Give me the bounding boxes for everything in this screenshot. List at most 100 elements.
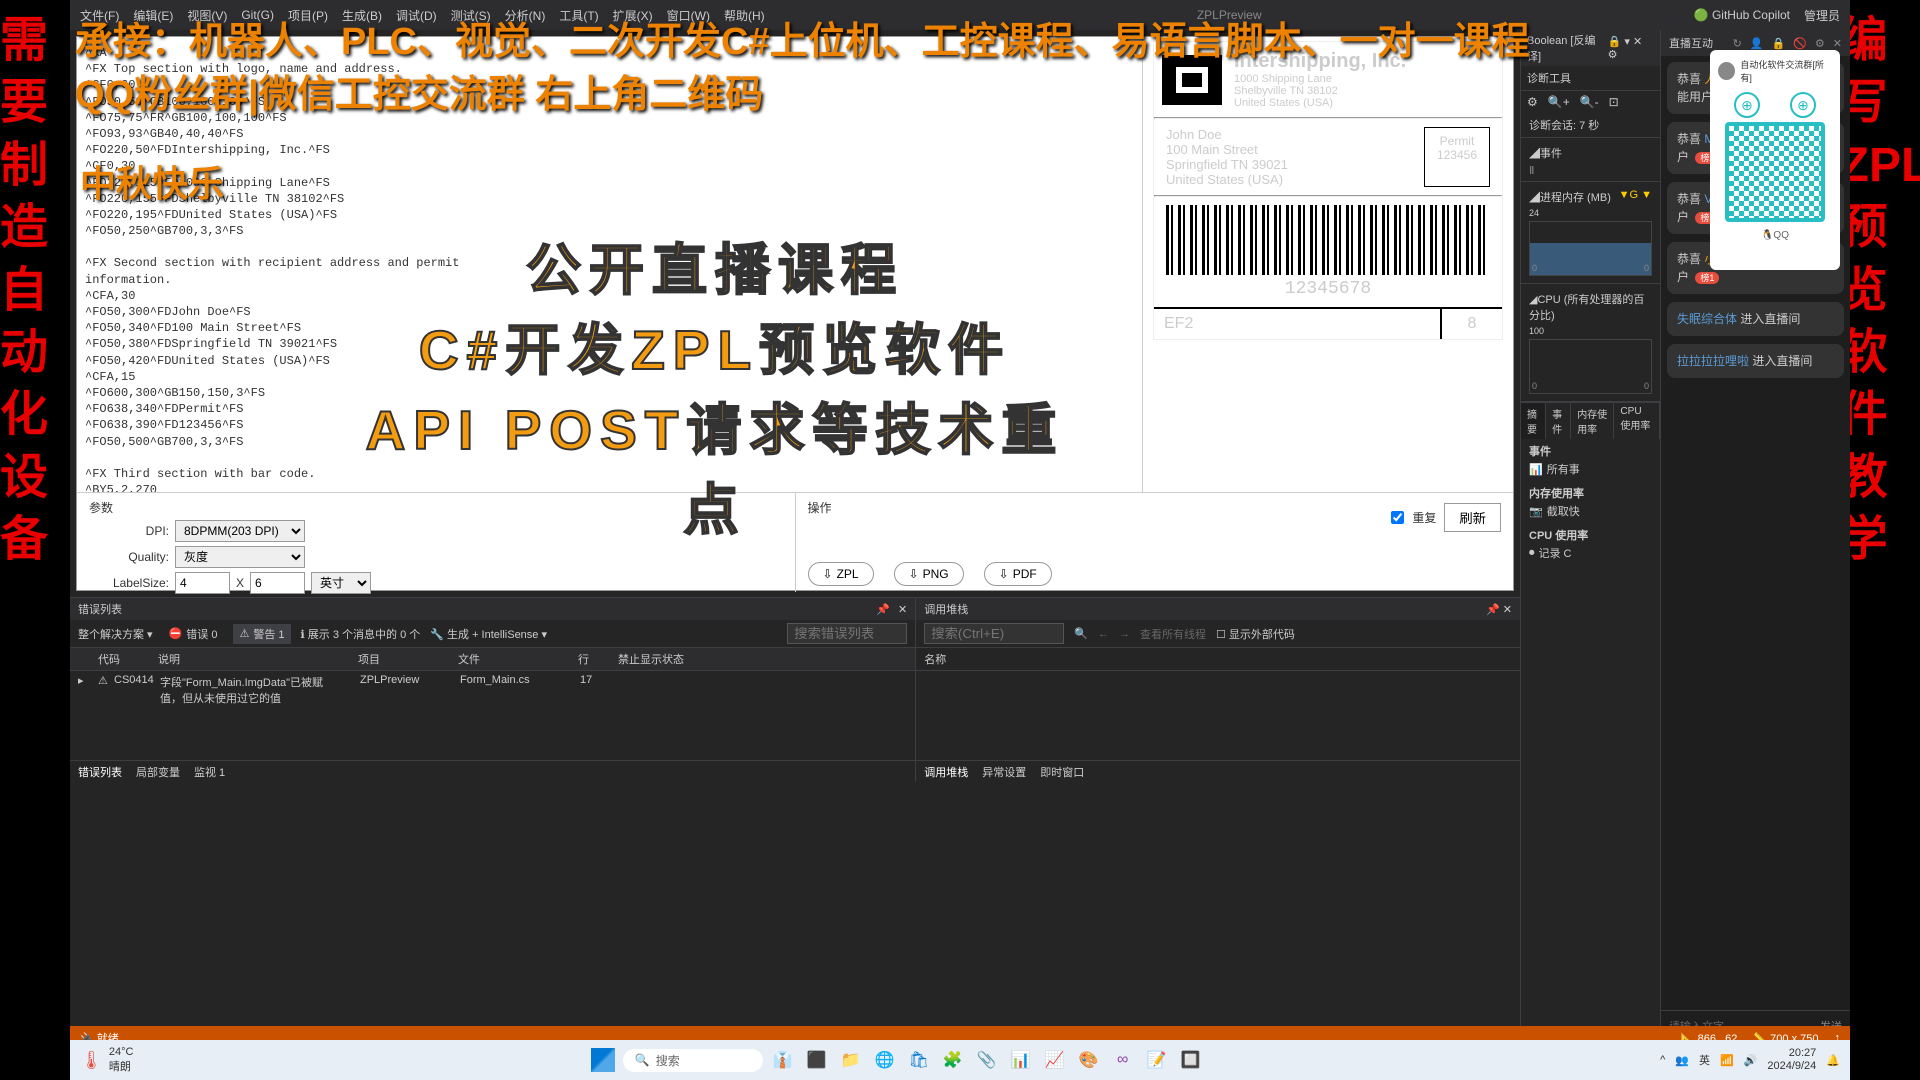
- task-vs[interactable]: ∞: [1109, 1046, 1137, 1074]
- gear-icon[interactable]: ⚙: [1815, 37, 1825, 50]
- tab-memory[interactable]: 内存使用率: [1571, 403, 1614, 439]
- callstack-search[interactable]: [924, 623, 1064, 644]
- menu-build[interactable]: 生成(B): [342, 7, 382, 24]
- copilot-button[interactable]: 🟢 GitHub Copilot: [1694, 8, 1790, 22]
- messages-filter[interactable]: ℹ 展示 3 个消息中的 0 个: [301, 626, 421, 642]
- taskbar-search[interactable]: 🔍搜索: [623, 1049, 763, 1072]
- task-app-5[interactable]: 📊: [1007, 1046, 1035, 1074]
- view-threads[interactable]: 查看所有线程: [1140, 626, 1206, 642]
- task-edge[interactable]: 🌐: [871, 1046, 899, 1074]
- menu-file[interactable]: 文件(F): [80, 7, 119, 24]
- copilot-tab-label[interactable]: Boolean [反编译]: [1527, 32, 1608, 64]
- menu-debug[interactable]: 调试(D): [396, 7, 437, 24]
- task-app-7[interactable]: 🎨: [1075, 1046, 1103, 1074]
- menu-test[interactable]: 测试(S): [451, 7, 491, 24]
- menu-window[interactable]: 窗口(W): [667, 7, 710, 24]
- col-file[interactable]: 文件: [450, 648, 570, 670]
- tab-immediate[interactable]: 即时窗口: [1040, 764, 1084, 780]
- download-zpl-button[interactable]: ⇩ZPL: [808, 562, 874, 586]
- quality-select[interactable]: 灰度: [175, 546, 305, 568]
- memory-header[interactable]: ◢进程内存 (MB): [1529, 189, 1611, 205]
- zpl-code-textbox[interactable]: ^XA ^FX Top section with logo, name and …: [77, 37, 1143, 492]
- tray-clock[interactable]: 20:272024/9/24: [1767, 1047, 1816, 1073]
- show-external[interactable]: ☐ 显示外部代码: [1216, 626, 1295, 642]
- tab-events[interactable]: 事件: [1546, 403, 1571, 439]
- lock-icon[interactable]: 🔒: [1772, 37, 1786, 50]
- download-png-button[interactable]: ⇩PNG: [894, 562, 964, 586]
- task-app-4[interactable]: 📎: [973, 1046, 1001, 1074]
- pin-icon[interactable]: 📌: [876, 603, 890, 616]
- menu-help[interactable]: 帮助(H): [724, 7, 765, 24]
- form-designer[interactable]: ^XA ^FX Top section with logo, name and …: [76, 36, 1514, 591]
- block-icon[interactable]: 🚫: [1793, 37, 1807, 50]
- repeat-checkbox[interactable]: [1391, 511, 1404, 524]
- search-icon[interactable]: 🔍: [1074, 627, 1088, 640]
- pin-icon[interactable]: 📌: [1486, 604, 1500, 616]
- col-line[interactable]: 行: [570, 648, 610, 670]
- close-icon[interactable]: ✕: [898, 603, 907, 616]
- error-row[interactable]: ▸ ⚠ CS0414 字段"Form_Main.ImgData"已被赋值，但从未…: [70, 671, 915, 709]
- events-header[interactable]: ◢事件: [1529, 145, 1562, 161]
- menu-analyze[interactable]: 分析(N): [505, 7, 546, 24]
- menu-tools[interactable]: 工具(T): [559, 7, 598, 24]
- close-icon[interactable]: ✕: [1833, 37, 1842, 50]
- reset-zoom-icon[interactable]: ⊡: [1609, 95, 1619, 109]
- menu-edit[interactable]: 编辑(E): [133, 7, 173, 24]
- menu-project[interactable]: 项目(P): [288, 7, 328, 24]
- nav-back-icon[interactable]: ←: [1098, 628, 1109, 640]
- record-cpu-link[interactable]: ⏺ 记录 C: [1529, 543, 1652, 563]
- cpu-chart[interactable]: 00: [1529, 339, 1652, 394]
- tab-exception[interactable]: 异常设置: [982, 764, 1026, 780]
- start-button[interactable]: [589, 1046, 617, 1074]
- errors-filter[interactable]: ⛔ 错误 0: [163, 624, 224, 644]
- tray-chevron-icon[interactable]: ^: [1660, 1054, 1665, 1066]
- height-input[interactable]: [250, 572, 305, 594]
- menu-extensions[interactable]: 扩展(X): [613, 7, 653, 24]
- task-store[interactable]: 🛍: [905, 1046, 933, 1074]
- col-desc[interactable]: 说明: [150, 648, 350, 670]
- expand-icon[interactable]: ▸: [70, 671, 90, 709]
- nav-fwd-icon[interactable]: →: [1119, 628, 1130, 640]
- task-app-6[interactable]: 📈: [1041, 1046, 1069, 1074]
- tab-callstack[interactable]: 调用堆栈: [924, 764, 968, 780]
- snapshot-link[interactable]: 📷 截取快: [1529, 501, 1652, 521]
- task-app-1[interactable]: 👔: [769, 1046, 797, 1074]
- warnings-filter[interactable]: ⚠ 警告 1: [233, 624, 290, 644]
- system-tray[interactable]: ^ 👥 英 📶 🔊 20:272024/9/24 🔔: [1660, 1047, 1840, 1073]
- memory-chart[interactable]: 00: [1529, 221, 1652, 276]
- tab-error-list[interactable]: 错误列表: [78, 764, 122, 780]
- task-app-2[interactable]: ⬛: [803, 1046, 831, 1074]
- width-input[interactable]: [175, 572, 230, 594]
- task-app-8[interactable]: 📝: [1143, 1046, 1171, 1074]
- refresh-button[interactable]: 刷新: [1444, 503, 1501, 532]
- menu-view[interactable]: 视图(V): [187, 7, 227, 24]
- weather-widget[interactable]: 🌡 24°C晴朗: [80, 1046, 133, 1074]
- cpu-header[interactable]: ◢CPU (所有处理器的百分比): [1529, 291, 1652, 323]
- unit-select[interactable]: 英寸: [311, 572, 371, 594]
- zoom-out-icon[interactable]: 🔍-: [1580, 95, 1599, 109]
- show-events-link[interactable]: 📊 所有事: [1529, 459, 1652, 479]
- tab-watch[interactable]: 监视 1: [194, 764, 225, 780]
- user-icon[interactable]: 👤: [1750, 37, 1764, 50]
- build-filter[interactable]: 🔧 生成 + IntelliSense ▾: [430, 626, 547, 642]
- qr-prev-icon[interactable]: ⊕: [1734, 92, 1760, 118]
- tab-summary[interactable]: 摘要: [1521, 403, 1546, 439]
- task-explorer[interactable]: 📁: [837, 1046, 865, 1074]
- gear-icon[interactable]: ⚙: [1527, 95, 1538, 109]
- col-project[interactable]: 项目: [350, 648, 450, 670]
- qr-next-icon[interactable]: ⊕: [1790, 92, 1816, 118]
- tray-wifi-icon[interactable]: 📶: [1720, 1054, 1734, 1067]
- gear-icon[interactable]: ⚙: [1608, 49, 1618, 61]
- menu-git[interactable]: Git(G): [241, 8, 274, 22]
- tray-lang[interactable]: 英: [1699, 1052, 1710, 1068]
- tab-cpu[interactable]: CPU 使用率: [1614, 403, 1660, 439]
- zoom-in-icon[interactable]: 🔍+: [1548, 95, 1570, 109]
- tab-locals[interactable]: 局部变量: [136, 764, 180, 780]
- col-state[interactable]: 禁止显示状态: [610, 648, 700, 670]
- search-errors-input[interactable]: [787, 623, 907, 644]
- scope-dropdown[interactable]: 整个解决方案 ▾: [78, 626, 153, 642]
- download-pdf-button[interactable]: ⇩PDF: [984, 562, 1052, 586]
- refresh-icon[interactable]: ↻: [1733, 37, 1742, 50]
- close-icon[interactable]: ✕: [1503, 604, 1512, 616]
- tray-volume-icon[interactable]: 🔊: [1744, 1054, 1758, 1067]
